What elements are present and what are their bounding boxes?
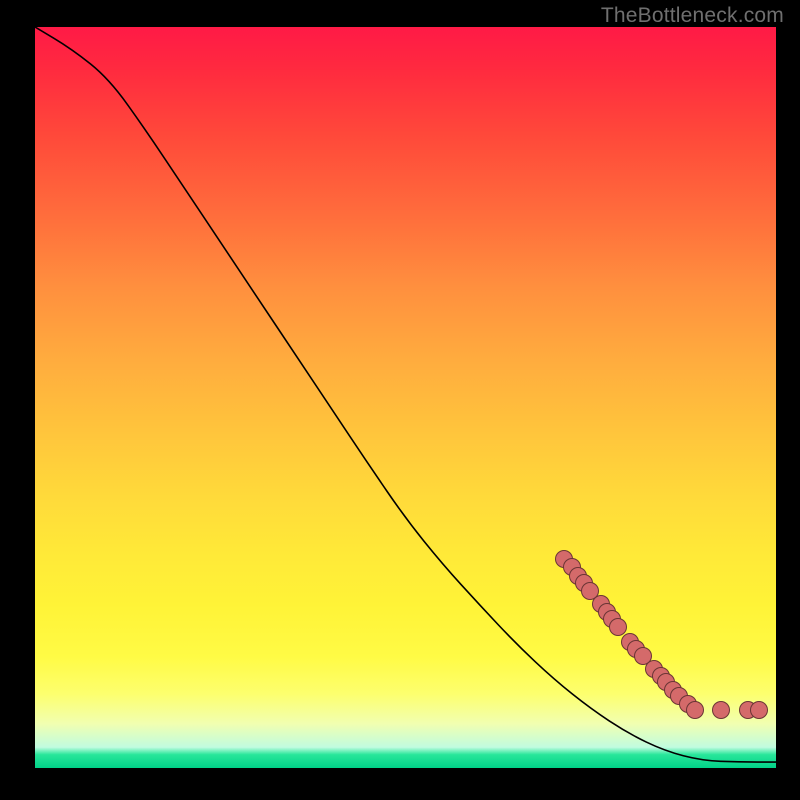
highlight-dot — [686, 701, 704, 719]
plot-area — [35, 27, 776, 768]
watermark-text: TheBottleneck.com — [601, 4, 784, 28]
highlight-dot — [750, 701, 768, 719]
background-gradient — [35, 27, 776, 768]
chart-container: TheBottleneck.com — [0, 0, 800, 800]
